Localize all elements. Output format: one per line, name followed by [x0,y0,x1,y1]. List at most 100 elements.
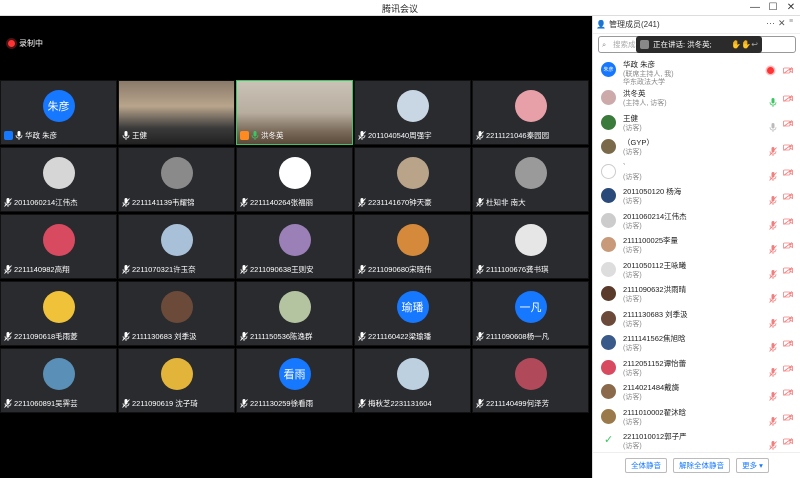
member-row[interactable]: （GYP） (访客) [593,135,800,160]
member-camera-off-icon[interactable] [783,315,793,323]
video-tile[interactable]: 王健 [118,80,235,145]
tile-name-label: 2111100676龚书琪 [486,265,549,274]
member-row[interactable]: 2011050120 杨海 (访客) [593,184,800,209]
member-row[interactable]: 2011050112王咏曦 (访客) [593,258,800,283]
video-tile[interactable]: 2211090618毛雨菱 [0,281,117,346]
member-row[interactable]: 2111130683 刘季汲 (访客) [593,307,800,332]
member-camera-off-icon[interactable] [783,291,793,298]
video-tile[interactable]: 2211121046秦园园 [472,80,589,145]
video-tile[interactable]: 2211090619 沈子琦 [118,348,235,413]
member-camera-off-icon[interactable] [783,67,793,74]
mic-icon [4,198,12,207]
member-mic-icon[interactable] [769,94,777,107]
member-mic-icon[interactable] [769,192,777,205]
member-mic-icon[interactable] [769,364,777,377]
menu-icon[interactable]: ≡ [789,18,793,25]
video-tile[interactable]: 2211140982高翔 [0,214,117,279]
member-row[interactable]: ` (访客) [593,160,800,185]
member-camera-off-icon[interactable] [783,193,793,200]
video-tile[interactable]: 洪冬英 [236,80,353,145]
video-tile[interactable]: 2211090638王则安 [236,214,353,279]
video-tile[interactable]: 2231141670钟天豪 [354,147,471,212]
member-avatar [601,286,616,301]
member-mic-icon[interactable] [769,217,777,230]
member-camera-off-icon[interactable] [783,413,793,421]
video-tile[interactable]: 2211060891吴霁芸 [0,348,117,413]
member-camera-off-icon[interactable] [783,340,793,347]
video-tile[interactable]: 2211090680宋晓伟 [354,214,471,279]
member-mic-icon[interactable] [769,388,777,401]
member-camera-off-icon[interactable] [783,389,793,396]
member-row[interactable]: 2111090632洪雨晴 (访客) [593,282,800,307]
member-row[interactable]: 2112051152谭怡蕾 (访客) [593,356,800,381]
tile-name: 2211090619 沈子琦 [122,398,198,409]
member-record-icon[interactable] [767,67,774,74]
window-title: 腾讯会议 [381,4,418,14]
video-tile[interactable]: 2111100676龚书琪 [472,214,589,279]
more-button[interactable]: 更多 ▾ [736,458,769,473]
member-camera-off-icon[interactable] [783,144,793,151]
video-tile[interactable]: 一凡 2111090608杨一凡 [472,281,589,346]
panel-close-icon[interactable]: ✕ [778,18,786,29]
member-mic-icon[interactable] [769,290,777,303]
recording-indicator[interactable]: 录制中 [8,38,43,49]
member-mic-icon[interactable] [769,241,777,254]
member-camera-off-icon[interactable] [783,119,793,127]
member-mic-icon[interactable] [769,413,777,426]
maximize-button[interactable]: ☐ [764,0,782,16]
video-tile[interactable]: 2211070321许玉奈 [118,214,235,279]
avatar [514,224,547,256]
video-tile[interactable]: 2211140499何泽芳 [472,348,589,413]
unmute-all-button[interactable]: 解除全体静音 [673,458,731,473]
member-role: (访客) [623,296,642,303]
video-tile[interactable]: 2011060214江伟杰 [0,147,117,212]
member-camera-off-icon[interactable] [783,438,793,445]
tile-name-label: 2211090619 沈子琦 [132,399,198,408]
avatar [42,157,75,189]
member-row[interactable]: 王健 (访客) [593,111,800,136]
member-row[interactable]: ✓ 2211010012郭子严 (访客) [593,429,800,454]
mute-all-button[interactable]: 全体静音 [625,458,668,473]
video-tile[interactable]: 杜知非 南大 [472,147,589,212]
video-tile[interactable]: 2111130683 刘季汲 [118,281,235,346]
member-mic-icon[interactable] [769,266,777,279]
member-row[interactable]: 朱彦 华政 朱彦 (联席主持人, 我) 华东政法大学 [593,58,800,86]
member-row[interactable]: 洪冬英 (主持人, 访客) [593,86,800,111]
member-mic-icon[interactable] [769,168,777,181]
video-tile[interactable]: 梅秋芝2231131604 [354,348,471,413]
avatar [160,224,193,256]
video-tile[interactable]: 2111150536陈逸群 [236,281,353,346]
member-mic-icon[interactable] [769,143,777,156]
video-tile[interactable]: 看雨 2211130259徐看雨 [236,348,353,413]
video-tile[interactable]: 2011040540周强宇 [354,80,471,145]
minimize-button[interactable]: — [746,0,764,16]
member-row[interactable]: 2011060214江伟杰 (访客) [593,209,800,234]
member-mic-icon[interactable] [769,339,777,352]
member-row[interactable]: 2111010002翟沐晗 (访客) [593,405,800,430]
video-tile[interactable]: 2211141139韦耀锦 [118,147,235,212]
video-tile[interactable]: 2211140264张福丽 [236,147,353,212]
tile-name: 2111090608杨一凡 [476,331,549,342]
avatar [160,291,193,323]
avatar: 看雨 [278,358,311,390]
member-row[interactable]: 2111141562焦旭晗 (访客) [593,331,800,356]
member-camera-off-icon[interactable] [783,217,793,225]
video-tile[interactable]: 瑜璠 2211160422梁瑜璠 [354,281,471,346]
member-camera-off-icon[interactable] [783,95,793,102]
member-row[interactable]: 2111100025李量 (访客) [593,233,800,258]
more-icon[interactable]: ··· [766,18,775,28]
member-mic-icon[interactable] [769,119,777,132]
member-camera-off-icon[interactable] [783,242,793,249]
member-mic-icon[interactable] [769,315,777,328]
member-camera-off-icon[interactable] [783,364,793,372]
close-button[interactable]: ✕ [782,0,800,16]
member-avatar [601,212,616,228]
member-camera-off-icon[interactable] [783,168,793,176]
member-camera-off-icon[interactable] [783,266,793,274]
mic-icon [240,332,248,341]
member-mic-icon[interactable] [769,437,777,450]
speaker-hands-icon: ✋✋↩ [731,40,758,49]
tile-name-label: 洪冬英 [261,131,284,140]
video-tile[interactable]: 朱彦 华政 朱彦 [0,80,117,145]
member-row[interactable]: 2114021484戴旖 (访客) [593,380,800,405]
